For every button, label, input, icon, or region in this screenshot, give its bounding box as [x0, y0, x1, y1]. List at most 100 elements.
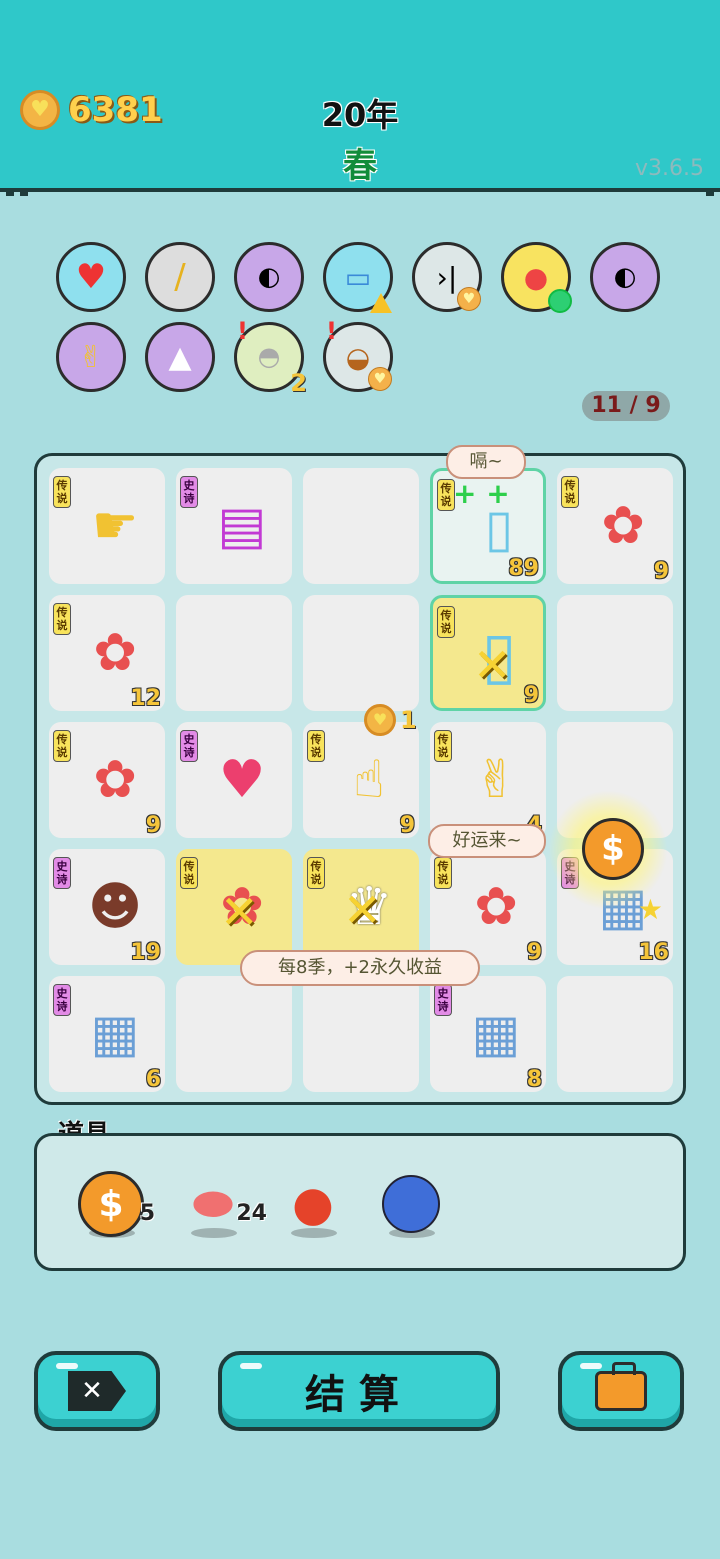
prop-liver[interactable]: ⬬ 24	[177, 1148, 267, 1248]
eyepatch-icon[interactable]: ◐	[234, 242, 304, 312]
briefcase-icon	[595, 1362, 647, 1411]
item-count: 89	[508, 556, 539, 581]
version-label: v3.6.5	[635, 156, 704, 181]
remove-button[interactable]: ✕	[34, 1351, 160, 1431]
item-counter: 11 / 9	[582, 391, 670, 421]
pointing-hand-icon: ☝	[353, 750, 385, 810]
year-label: 20年	[321, 96, 399, 134]
fruit-bowl-icon[interactable]: ●	[501, 242, 572, 313]
item-count: 9	[145, 813, 161, 838]
item-count: 6	[145, 1067, 161, 1092]
board-cell-r0c2[interactable]	[303, 468, 419, 584]
rarity-tag: 传说	[434, 730, 452, 762]
board-cell-r1c4[interactable]	[557, 595, 673, 711]
graphics-card-icon: ▦	[90, 1004, 140, 1064]
prop-chili[interactable]: ●	[277, 1148, 357, 1248]
rarity-tag: 传说	[307, 730, 325, 762]
blueberry-icon	[375, 1168, 447, 1240]
delete-icon: ✕	[68, 1371, 126, 1411]
rarity-tag: 史诗	[53, 984, 71, 1016]
board-cell-r4c2[interactable]	[303, 976, 419, 1092]
coin-icon: ♥	[364, 704, 396, 736]
item-count: 9	[399, 813, 415, 838]
board-cell-r1c0[interactable]: 传说 ✿ 12	[49, 595, 165, 711]
board-cell-r0c3[interactable]: 传说 ▯ + + 89	[430, 468, 546, 584]
top-bar: ♥ 6381 20年 春 v3.6.5	[0, 0, 720, 196]
board-cell-r4c3[interactable]: 史诗 ▦ 8	[430, 976, 546, 1092]
prop-blueberry[interactable]	[375, 1148, 455, 1248]
cross-mark-icon: ✕	[473, 638, 512, 692]
rarity-tag: 史诗	[180, 730, 198, 762]
shell-count: 2	[290, 369, 307, 397]
board-cell-r1c2[interactable]	[303, 595, 419, 711]
board-cell-r1c1[interactable]	[176, 595, 292, 711]
skirt-icon[interactable]: ▲	[145, 322, 215, 392]
settle-button-label: 结算	[305, 1372, 413, 1418]
rarity-tag: 传说	[53, 476, 71, 508]
koi-fish-icon: ✿	[93, 623, 137, 683]
eyepatch-icon-2[interactable]: ◐	[590, 242, 660, 312]
prop-coin[interactable]: $ 5	[75, 1148, 155, 1248]
item-count: 9	[526, 940, 542, 965]
board-cell-r3c1[interactable]: 传说 ✿ ✕	[176, 849, 292, 965]
rarity-tag: 传说	[561, 476, 579, 508]
fruit-basket-icon[interactable]: ◒! ♥	[323, 317, 393, 392]
chili-pepper-icon: ●	[292, 1176, 334, 1232]
board-cell-r1c3[interactable]: 传说 ▯ ✕ 9	[430, 595, 546, 711]
rarity-tag: 史诗	[434, 984, 452, 1016]
heart-fan-icon[interactable]: ♥	[56, 242, 126, 312]
settle-button[interactable]: 结算	[218, 1351, 500, 1431]
board-cell-r4c1[interactable]	[176, 976, 292, 1092]
board-cell-r2c1[interactable]: 史诗 ♥	[176, 722, 292, 838]
board-cell-r2c0[interactable]: 传说 ✿ 9	[49, 722, 165, 838]
board-cell-r0c1[interactable]: 史诗 ▤	[176, 468, 292, 584]
board-cell-r4c4[interactable]	[557, 976, 673, 1092]
rarity-tag: 传说	[180, 857, 198, 889]
rarity-tag: 史诗	[180, 476, 198, 508]
item-count: 8	[526, 1067, 542, 1092]
dollar-coin-icon[interactable]: $	[582, 818, 644, 880]
prop-qty: 24	[236, 1201, 267, 1226]
inventory-button[interactable]	[558, 1351, 684, 1431]
item-count: 12	[130, 686, 161, 711]
dollar-coin-icon: $	[75, 1168, 147, 1240]
koi-fish-icon: ✿	[601, 496, 645, 556]
floating-coin-value: 1	[400, 706, 417, 734]
board-cell-r3c3[interactable]: 传说 ✿ 9	[430, 849, 546, 965]
season-label: 春	[343, 146, 377, 186]
props-panel: $ 5 ⬬ 24 ●	[34, 1133, 686, 1271]
board-cell-r3c0[interactable]: 史诗 ☻ 19	[49, 849, 165, 965]
prop-qty: 5	[139, 1201, 155, 1226]
game-board: 传说 ☛ 史诗 ▤ 传说 ▯ + + 89 传说 ✿ 9 传说 ✿ 12 传说 …	[34, 453, 686, 1105]
printer-icon: ▤	[217, 496, 267, 556]
screwdriver-icon[interactable]: /	[145, 242, 215, 312]
rarity-tag: 传说	[53, 730, 71, 762]
heart-face-icon: ♥	[218, 750, 266, 810]
board-cell-r0c4[interactable]: 传说 ✿ 9	[557, 468, 673, 584]
speech-bubble-burp: 嗝~	[446, 445, 526, 479]
rock-hand-icon: ✌	[474, 750, 518, 810]
item-count: 9	[523, 683, 539, 708]
rock-hand-icon[interactable]: ✌	[56, 322, 126, 392]
board-cell-r0c0[interactable]: 传说 ☛	[49, 468, 165, 584]
board-cell-r4c0[interactable]: 史诗 ▦ 6	[49, 976, 165, 1092]
rarity-tag: 史诗	[53, 857, 71, 889]
board-cell-r2c3[interactable]: 传说 ✌ 4	[430, 722, 546, 838]
rarity-tag: 传说	[437, 606, 455, 638]
cross-mark-icon: ✕	[220, 885, 259, 939]
koi-fish-icon: ✿	[93, 750, 137, 810]
graphics-card-icon: ▦	[471, 1004, 521, 1064]
pointing-hand-icon: ☛	[91, 496, 139, 556]
item-count: 9	[653, 559, 669, 584]
printer-icon[interactable]: ▭	[323, 242, 393, 313]
floating-coin-gain: ♥ 1	[364, 704, 417, 736]
cross-mark-icon: ✕	[343, 883, 382, 937]
rarity-tag: 传说	[53, 603, 71, 635]
board-cell-r2c2[interactable]: 传说 ☝ 9	[303, 722, 419, 838]
board-cell-r3c2[interactable]: 传说 ♛ ✕	[303, 849, 419, 965]
rarity-tag: 传说	[434, 857, 452, 889]
item-count: 19	[130, 940, 161, 965]
skip-icon[interactable]: ›| ♥	[412, 242, 482, 312]
shell-icon[interactable]: ◓! 2	[234, 317, 307, 397]
rarity-tag: 传说	[307, 857, 325, 889]
